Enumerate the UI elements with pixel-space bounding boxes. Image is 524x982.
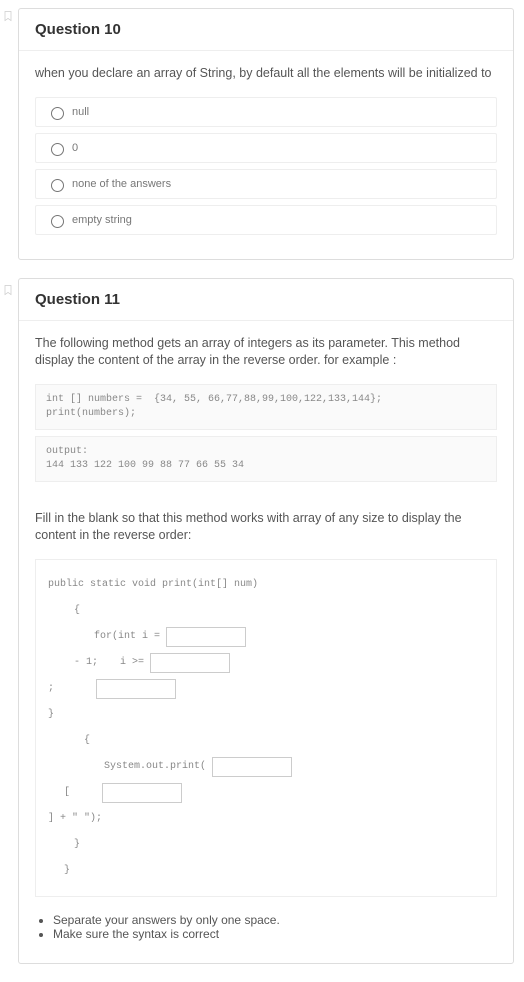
code-for2a: - 1; [74, 652, 98, 674]
code-semicolon: ; [48, 678, 54, 700]
code-for2b: i >= [120, 652, 144, 674]
code-bracket: [ [64, 782, 70, 804]
question-11-prompt: The following method gets an array of in… [35, 335, 497, 370]
code-brace-close3: } [64, 860, 70, 882]
radio-empty[interactable] [51, 215, 64, 228]
option-label: empty string [72, 214, 132, 226]
instruction-1: Separate your answers by only one space. [53, 913, 497, 927]
option-label: null [72, 106, 89, 118]
question-11-title: Question 11 [19, 279, 513, 321]
radio-null[interactable] [51, 107, 64, 120]
question-11-prompt2: Fill in the blank so that this method wo… [35, 510, 497, 545]
option-label: none of the answers [72, 178, 171, 190]
blank-4[interactable] [212, 757, 292, 777]
option-zero[interactable]: 0 [35, 133, 497, 163]
blank-5[interactable] [102, 783, 182, 803]
radio-none[interactable] [51, 179, 64, 192]
instructions: Separate your answers by only one space.… [35, 913, 497, 941]
option-label: 0 [72, 142, 78, 154]
code-example-output: output: 144 133 122 100 99 88 77 66 55 3… [35, 436, 497, 482]
bookmark-icon [2, 8, 14, 24]
fill-in-block: public static void print(int[] num) { fo… [35, 559, 497, 897]
radio-zero[interactable] [51, 143, 64, 156]
blank-1[interactable] [166, 627, 246, 647]
code-example-input: int [] numbers = {34, 55, 66,77,88,99,10… [35, 384, 497, 430]
question-10-card: Question 10 when you declare an array of… [18, 8, 514, 260]
code-for1: for(int i = [94, 626, 160, 648]
question-11-card: Question 11 The following method gets an… [18, 278, 514, 964]
instruction-2: Make sure the syntax is correct [53, 927, 497, 941]
code-tail: ] + " "); [48, 808, 102, 830]
question-10-title: Question 10 [19, 9, 513, 51]
code-brace: { [74, 600, 80, 622]
code-sout: System.out.print( [104, 756, 206, 778]
question-10-body: when you declare an array of String, by … [19, 51, 513, 259]
code-brace2: { [84, 730, 90, 752]
option-null[interactable]: null [35, 97, 497, 127]
option-empty[interactable]: empty string [35, 205, 497, 235]
code-brace-close2: } [74, 834, 80, 856]
blank-3[interactable] [96, 679, 176, 699]
question-10-prompt: when you declare an array of String, by … [35, 65, 497, 83]
question-11-body: The following method gets an array of in… [19, 321, 513, 963]
bookmark-icon [2, 282, 14, 298]
code-brace-close: } [48, 704, 54, 726]
code-signature: public static void print(int[] num) [48, 574, 258, 596]
option-none[interactable]: none of the answers [35, 169, 497, 199]
blank-2[interactable] [150, 653, 230, 673]
